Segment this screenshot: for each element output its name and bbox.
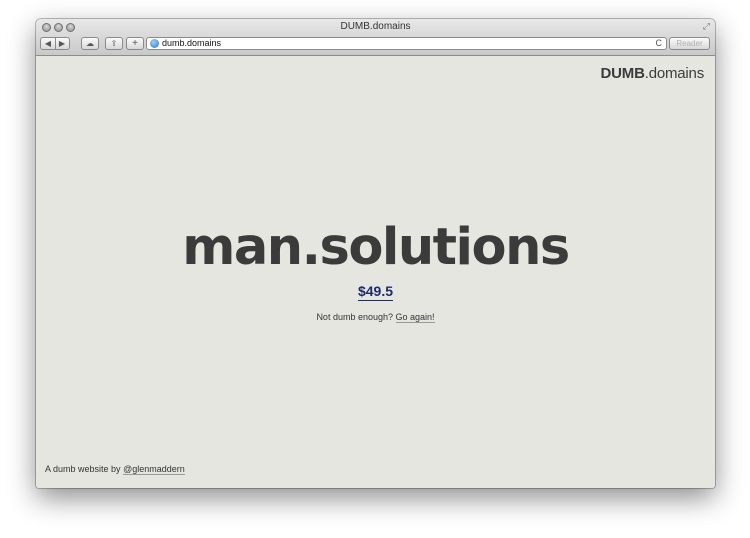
address-bar[interactable]: dumb.domains C <box>146 37 667 50</box>
go-again-link[interactable]: Go again! <box>395 312 435 323</box>
browser-window: DUMB.domains ⤢ ◀ ▶ ☁ ⇪ + dumb.domains C R… <box>36 19 715 488</box>
reload-icon[interactable]: C <box>656 38 663 49</box>
icloud-tabs-button[interactable]: ☁ <box>81 37 99 50</box>
plus-icon: + <box>132 38 138 49</box>
price-link[interactable]: $49.5 <box>357 283 394 301</box>
author-link[interactable]: @glenmaddern <box>123 464 185 475</box>
site-logo-bold: DUMB <box>600 65 645 82</box>
add-bookmark-button[interactable]: + <box>126 37 144 50</box>
url-text[interactable]: dumb.domains <box>162 38 221 49</box>
share-icon: ⇪ <box>110 39 118 48</box>
prompt-text: Not dumb enough? <box>316 312 393 322</box>
globe-icon <box>150 39 159 48</box>
share-button[interactable]: ⇪ <box>105 37 123 50</box>
cloud-icon: ☁ <box>86 39 94 48</box>
page-content: DUMB.domains man.solutions $49.5 Not dum… <box>36 56 715 488</box>
reader-button[interactable]: Reader <box>669 37 710 50</box>
footer-text: A dumb website by <box>45 464 121 474</box>
price-container: $49.5 <box>36 283 715 301</box>
site-logo-suffix: .domains <box>644 65 704 82</box>
site-logo[interactable]: DUMB.domains <box>600 65 705 82</box>
go-again-prompt: Not dumb enough? Go again! <box>36 312 715 323</box>
footer-credit: A dumb website by @glenmaddern <box>45 464 185 475</box>
browser-titlebar: DUMB.domains ⤢ ◀ ▶ ☁ ⇪ + dumb.domains C R… <box>36 19 715 56</box>
window-title: DUMB.domains <box>340 21 411 32</box>
back-icon[interactable]: ◀ <box>41 38 55 49</box>
domain-name-heading: man.solutions <box>182 218 570 277</box>
forward-icon[interactable]: ▶ <box>55 38 69 49</box>
back-forward-buttons: ◀ ▶ <box>40 37 70 50</box>
fullscreen-icon[interactable]: ⤢ <box>703 21 710 32</box>
